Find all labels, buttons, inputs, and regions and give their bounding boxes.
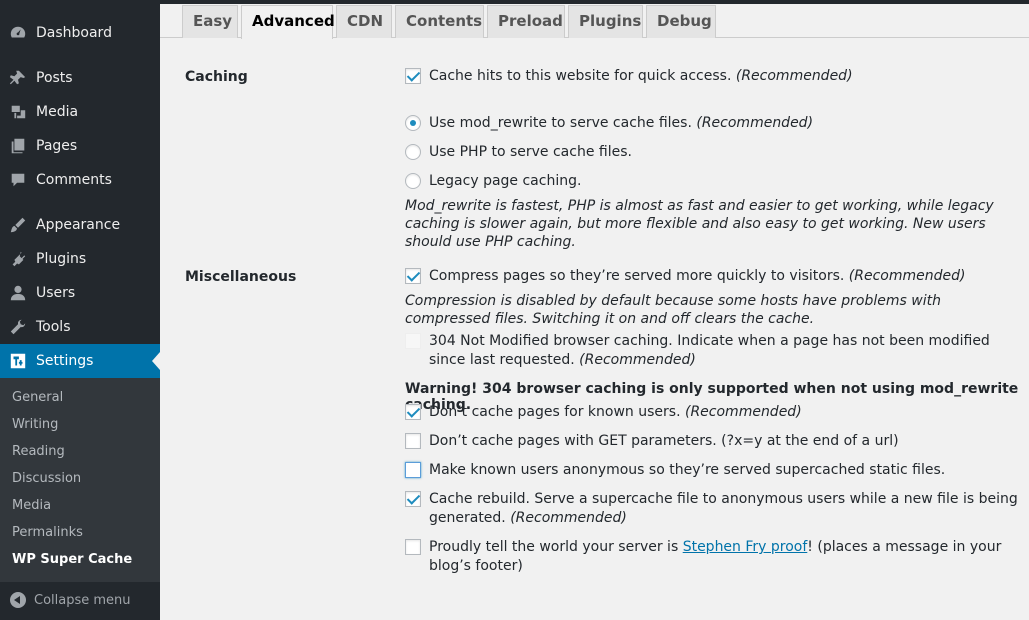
php-radio[interactable]	[405, 144, 421, 160]
option-known-users: Don’t cache pages for known users. (Reco…	[405, 403, 1020, 422]
recommended-label: (Recommended)	[735, 68, 853, 84]
settings-icon	[0, 344, 36, 378]
menu-item-posts[interactable]: Posts	[0, 61, 160, 95]
plug-icon	[0, 242, 36, 276]
collapse-menu-button[interactable]: Collapse menu	[0, 586, 160, 614]
brush-icon	[0, 208, 36, 242]
legacy-radio[interactable]	[405, 173, 421, 189]
option-anonymous: Make known users anonymous so they’re se…	[405, 461, 1020, 480]
option-label: Compress pages so they’re served more qu…	[429, 268, 845, 284]
compress-checkbox[interactable]	[405, 268, 421, 284]
menu-label: Appearance	[36, 217, 121, 233]
menu-label: Tools	[36, 319, 71, 335]
menu-item-users[interactable]: Users	[0, 276, 160, 310]
menu-item-tools[interactable]: Tools	[0, 310, 160, 344]
wrench-icon	[0, 310, 36, 344]
section-title-miscellaneous: Miscellaneous	[185, 269, 297, 285]
tab-advanced[interactable]: Advanced	[241, 5, 335, 39]
option-cache-hits: Cache hits to this website for quick acc…	[405, 67, 1020, 86]
option-label: Use mod_rewrite to serve cache files.	[429, 115, 692, 131]
mod-rewrite-radio[interactable]	[405, 115, 421, 131]
option-legacy: Legacy page caching.	[405, 172, 1020, 191]
collapse-arrow-icon	[10, 592, 26, 608]
compress-note: Compression is disabled by default becau…	[405, 293, 941, 327]
user-icon	[0, 276, 36, 310]
option-label: Don’t cache pages with GET parameters. (…	[429, 433, 899, 449]
option-php: Use PHP to serve cache files.	[405, 143, 1020, 162]
menu-label: Comments	[36, 172, 112, 188]
option-label: Legacy page caching.	[429, 173, 582, 189]
submenu-item-media[interactable]: Media	[12, 495, 51, 517]
recommended-label: (Recommended)	[684, 404, 802, 420]
menu-item-media[interactable]: Media	[0, 95, 160, 129]
option-get-params: Don’t cache pages with GET parameters. (…	[405, 432, 1020, 451]
submenu-item-writing[interactable]: Writing	[12, 414, 58, 436]
pin-icon	[0, 61, 36, 95]
known-users-checkbox[interactable]	[405, 404, 421, 420]
menu-item-pages[interactable]: Pages	[0, 129, 160, 163]
tab-debug[interactable]: Debug	[646, 5, 716, 38]
get-params-checkbox[interactable]	[405, 433, 421, 449]
tab-contents[interactable]: Contents	[395, 5, 484, 38]
option-stephen-fry: Proudly tell the world your server is St…	[405, 538, 1020, 576]
dashboard-icon	[0, 16, 36, 50]
option-mod-rewrite: Use mod_rewrite to serve cache files. (R…	[405, 114, 1020, 133]
option-compress: Compress pages so they’re served more qu…	[405, 267, 1020, 286]
submenu-item-discussion[interactable]: Discussion	[12, 468, 81, 490]
menu-item-dashboard[interactable]: Dashboard	[0, 16, 160, 50]
settings-submenu: General Writing Reading Discussion Media…	[0, 378, 160, 582]
pages-icon	[0, 129, 36, 163]
submenu-item-wp-super-cache[interactable]: WP Super Cache	[12, 549, 132, 571]
option-label: Proudly tell the world your server is	[429, 539, 683, 555]
recommended-label: (Recommended)	[579, 352, 696, 368]
option-label: Use PHP to serve cache files.	[429, 144, 632, 160]
menu-label: Media	[36, 104, 79, 120]
option-label: Cache hits to this website for quick acc…	[429, 68, 732, 84]
recommended-label: (Recommended)	[510, 510, 627, 526]
cache-hits-checkbox[interactable]	[405, 68, 421, 84]
menu-item-comments[interactable]: Comments	[0, 163, 160, 197]
menu-item-plugins[interactable]: Plugins	[0, 242, 160, 276]
option-304-not-modified: 304 Not Modified browser caching. Indica…	[405, 332, 1020, 370]
admin-sidebar: Dashboard Posts Media Pages Comments App…	[0, 0, 160, 620]
recommended-label: (Recommended)	[848, 268, 966, 284]
section-title-caching: Caching	[185, 69, 248, 85]
option-label: Don’t cache pages for known users.	[429, 404, 681, 420]
option-label: 304 Not Modified browser caching. Indica…	[429, 333, 990, 368]
tab-easy[interactable]: Easy	[182, 5, 238, 38]
menu-label: Pages	[36, 138, 78, 154]
menu-item-settings[interactable]: Settings	[0, 344, 160, 378]
submenu-item-permalinks[interactable]: Permalinks	[12, 522, 83, 544]
stephen-fry-checkbox[interactable]	[405, 539, 421, 555]
recommended-label: (Recommended)	[696, 115, 814, 131]
option-label: Make known users anonymous so they’re se…	[429, 462, 946, 478]
not-modified-checkbox[interactable]	[405, 333, 421, 349]
caching-note: Mod_rewrite is fastest, PHP is almost as…	[405, 198, 994, 250]
anonymous-checkbox[interactable]	[405, 462, 421, 478]
tab-preload[interactable]: Preload	[487, 5, 565, 38]
tab-plugins[interactable]: Plugins	[568, 5, 643, 38]
comment-icon	[0, 163, 36, 197]
tab-cdn[interactable]: CDN	[336, 5, 392, 38]
option-cache-rebuild: Cache rebuild. Serve a supercache file t…	[405, 490, 1020, 528]
menu-label: Plugins	[36, 251, 87, 267]
menu-label: Users	[36, 285, 76, 301]
collapse-label: Collapse menu	[34, 592, 131, 608]
media-icon	[0, 95, 36, 129]
menu-label: Posts	[36, 70, 73, 86]
submenu-item-general[interactable]: General	[12, 387, 63, 409]
submenu-item-reading[interactable]: Reading	[12, 441, 65, 463]
cache-rebuild-checkbox[interactable]	[405, 491, 421, 507]
settings-tabs: Easy Advanced CDN Contents Preload Plugi…	[160, 4, 1029, 39]
stephen-fry-link[interactable]: Stephen Fry proof	[683, 539, 808, 555]
menu-label: Settings	[36, 353, 94, 369]
menu-item-appearance[interactable]: Appearance	[0, 208, 160, 242]
menu-label: Dashboard	[36, 25, 112, 41]
